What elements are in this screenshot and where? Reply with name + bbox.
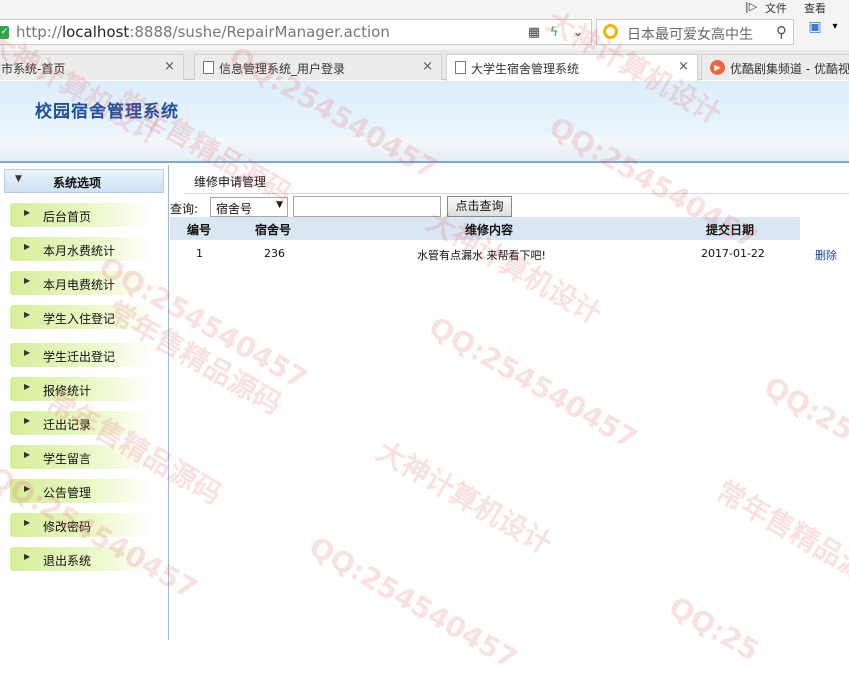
- sidebar-item-label: 修改密码: [43, 518, 91, 535]
- tab-1[interactable]: 市系统-首页 ×: [0, 54, 184, 80]
- query-field-select[interactable]: 宿舍号 ▼: [210, 197, 288, 217]
- browser-search-box[interactable]: 日本最可爱女高中生 ⚲: [596, 19, 794, 45]
- cell-room: 236: [264, 247, 285, 260]
- sidebar-item-label: 本月电费统计: [43, 276, 115, 293]
- sidebar-item-moveout-records[interactable]: ▶ 迁出记录: [10, 411, 152, 435]
- sidebar-item-label: 本月水费统计: [43, 242, 115, 259]
- bullet-arrow-icon: ▶: [24, 484, 30, 493]
- bullet-arrow-icon: ▶: [24, 242, 30, 251]
- sidebar-item-label: 报修统计: [43, 382, 91, 399]
- tab-label: 市系统-首页: [1, 60, 65, 77]
- dropdown-icon[interactable]: ▾: [826, 18, 844, 36]
- sidebar-item-home[interactable]: ▶ 后台首页: [10, 203, 152, 227]
- sidebar-item-water-fee[interactable]: ▶ 本月水费统计: [10, 237, 152, 261]
- search-input[interactable]: [293, 196, 441, 217]
- close-icon[interactable]: ×: [678, 59, 689, 74]
- bullet-arrow-icon: ▶: [24, 450, 30, 459]
- sidebar-item-logout[interactable]: ▶ 退出系统: [10, 547, 152, 571]
- browser-menu-strip: |▷ 文件 查看: [0, 0, 849, 14]
- query-label: 查询:: [170, 200, 198, 217]
- search-engine-icon[interactable]: [603, 24, 618, 39]
- tab-label: 信息管理系统_用户登录: [219, 60, 345, 77]
- bullet-arrow-icon: ▶: [24, 276, 30, 285]
- tab-2[interactable]: 信息管理系统_用户登录 ×: [194, 54, 442, 80]
- bullet-arrow-icon: ▶: [24, 416, 30, 425]
- main-content: 维修申请管理 查询: 宿舍号 ▼ 点击查询 编号 宿舍号 维修内容 提交日期 1…: [170, 165, 849, 640]
- close-icon[interactable]: ×: [164, 59, 175, 74]
- bullet-arrow-icon: ▶: [24, 382, 30, 391]
- secure-shield-icon: ✓: [0, 26, 9, 39]
- tab-label: 大学生宿舍管理系统: [471, 60, 579, 77]
- sidebar-item-label: 学生留言: [43, 450, 91, 467]
- divider: [184, 193, 849, 194]
- sidebar-item-label: 公告管理: [43, 484, 91, 501]
- col-header-room: 宿舍号: [255, 221, 291, 238]
- sidebar-item-label: 迁出记录: [43, 416, 91, 433]
- bullet-arrow-icon: ▶: [24, 552, 30, 561]
- tab-4[interactable]: ▶ 优酷剧集频道 - 优酷视频: [701, 54, 849, 80]
- page-icon: [455, 61, 466, 74]
- search-button[interactable]: 点击查询: [447, 196, 512, 217]
- qrcode-icon[interactable]: ▦: [526, 25, 542, 41]
- sidebar-item-label: 退出系统: [43, 552, 91, 569]
- sidebar-item-label: 学生迁出登记: [43, 348, 115, 365]
- sidebar-item-change-password[interactable]: ▶ 修改密码: [10, 513, 152, 537]
- collapse-arrow-icon[interactable]: ▼: [15, 174, 22, 184]
- cell-content: 水管有点漏水 来帮看下吧!: [417, 247, 546, 263]
- lightning-icon[interactable]: ϟ: [546, 25, 562, 41]
- select-value: 宿舍号: [216, 200, 252, 217]
- col-header-id: 编号: [187, 221, 211, 238]
- table-header: 编号 宿舍号 维修内容 提交日期: [170, 217, 800, 240]
- sidebar-item-checkout[interactable]: ▶ 学生迁出登记: [10, 343, 152, 367]
- sidebar-item-electric-fee[interactable]: ▶ 本月电费统计: [10, 271, 152, 295]
- col-header-date: 提交日期: [706, 221, 754, 238]
- sidebar-item-announcements[interactable]: ▶ 公告管理: [10, 479, 152, 503]
- search-text[interactable]: 日本最可爱女高中生: [627, 24, 753, 44]
- menu-sep-icon: |▷: [745, 0, 757, 13]
- col-header-content: 维修内容: [465, 221, 513, 238]
- sidebar-item-label: 学生入住登记: [43, 310, 115, 327]
- sidebar-header[interactable]: ▼ 系统选项: [4, 169, 164, 193]
- panel-title: 维修申请管理: [194, 173, 266, 190]
- sidebar: ▼ 系统选项 ▶ 后台首页 ▶ 本月水费统计 ▶ 本月电费统计 ▶ 学生入住登记…: [0, 165, 169, 640]
- bullet-arrow-icon: ▶: [24, 208, 30, 217]
- close-icon[interactable]: ×: [422, 59, 433, 74]
- cell-date: 2017-01-22: [701, 247, 765, 260]
- sidebar-item-messages[interactable]: ▶ 学生留言: [10, 445, 152, 469]
- url-bar[interactable]: ✓ http://localhost:8888/sushe/RepairMana…: [0, 19, 592, 45]
- chevron-down-icon[interactable]: ⌄: [570, 25, 586, 41]
- chevron-down-icon[interactable]: ▼: [276, 200, 283, 210]
- youku-icon: ▶: [710, 60, 725, 75]
- app-title: 校园宿舍管理系统: [35, 97, 179, 122]
- sidebar-header-label: 系统选项: [53, 174, 101, 191]
- bullet-arrow-icon: ▶: [24, 310, 30, 319]
- tab-3-active[interactable]: 大学生宿舍管理系统 ×: [446, 54, 698, 81]
- header-strip: [0, 137, 849, 163]
- search-icon[interactable]: ⚲: [776, 23, 787, 41]
- cell-id: 1: [196, 247, 203, 260]
- bullet-arrow-icon: ▶: [24, 518, 30, 527]
- sidebar-item-label: 后台首页: [43, 208, 91, 225]
- delete-link[interactable]: 删除: [815, 247, 837, 263]
- page-icon: [203, 61, 214, 74]
- url-text[interactable]: http://localhost:8888/sushe/RepairManage…: [16, 23, 390, 41]
- app-header: 校园宿舍管理系统: [0, 81, 849, 137]
- address-bar-area: ✓ http://localhost:8888/sushe/RepairMana…: [0, 14, 849, 50]
- tab-label: 优酷剧集频道 - 优酷视频: [730, 60, 849, 77]
- apps-grid-icon[interactable]: ▣: [806, 18, 824, 36]
- sidebar-item-repair-stats[interactable]: ▶ 报修统计: [10, 377, 152, 401]
- bullet-arrow-icon: ▶: [24, 348, 30, 357]
- tab-bar: 市系统-首页 × 信息管理系统_用户登录 × 大学生宿舍管理系统 × ▶ 优酷剧…: [0, 50, 849, 80]
- sidebar-item-checkin[interactable]: ▶ 学生入住登记: [10, 305, 152, 329]
